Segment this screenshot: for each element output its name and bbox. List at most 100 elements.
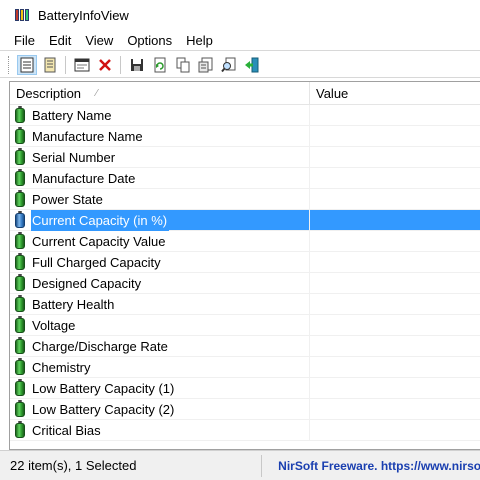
description-cell-filler bbox=[176, 378, 309, 398]
battery-icon bbox=[15, 273, 25, 291]
column-header-value[interactable]: Value bbox=[310, 82, 480, 105]
window-title: BatteryInfoView bbox=[38, 7, 129, 23]
list-row[interactable]: Chemistry bbox=[10, 357, 480, 378]
value-cell bbox=[310, 210, 480, 231]
list-row[interactable]: Low Battery Capacity (1) bbox=[10, 378, 480, 399]
value-cell bbox=[310, 126, 480, 147]
list-row[interactable]: Battery Health bbox=[10, 294, 480, 315]
list-row[interactable]: Voltage bbox=[10, 315, 480, 336]
value-cell bbox=[310, 378, 480, 399]
description-cell: Critical Bias bbox=[10, 420, 310, 441]
battery-icon bbox=[15, 315, 25, 333]
description-cell: Low Battery Capacity (1) bbox=[10, 378, 310, 399]
list-row[interactable]: Current Capacity (in %) bbox=[10, 209, 480, 231]
column-value-label: Value bbox=[316, 86, 349, 101]
row-label: Designed Capacity bbox=[32, 275, 142, 291]
battery-icon bbox=[15, 168, 25, 186]
item-count-status: 22 item(s), 1 Selected bbox=[0, 454, 263, 477]
menu-help[interactable]: Help bbox=[179, 30, 220, 51]
list-row[interactable]: Serial Number bbox=[10, 147, 480, 168]
refresh-icon bbox=[154, 57, 165, 72]
row-label: Current Capacity Value bbox=[32, 233, 166, 249]
battery-icon bbox=[15, 357, 25, 375]
list-row[interactable]: Battery Name bbox=[10, 105, 480, 126]
title-bar: BatteryInfoView bbox=[0, 0, 480, 30]
exit-door-icon bbox=[244, 57, 258, 72]
toolbar bbox=[0, 52, 480, 78]
description-cell-filler bbox=[176, 399, 309, 419]
row-label: Critical Bias bbox=[32, 422, 101, 438]
value-cell bbox=[310, 273, 480, 294]
row-label: Manufacture Date bbox=[32, 170, 136, 186]
find-button[interactable] bbox=[219, 55, 239, 75]
list-row[interactable]: Critical Bias bbox=[10, 420, 480, 441]
row-label: Manufacture Name bbox=[32, 128, 143, 144]
save-button[interactable] bbox=[127, 55, 147, 75]
description-cell-filler bbox=[167, 231, 309, 251]
description-cell-filler bbox=[116, 294, 309, 314]
list-row[interactable]: Designed Capacity bbox=[10, 273, 480, 294]
battery-app-icon bbox=[15, 8, 31, 22]
description-cell-filler bbox=[103, 420, 309, 440]
row-label: Serial Number bbox=[32, 149, 116, 165]
column-header-description[interactable]: Description ⁄ bbox=[10, 82, 310, 105]
description-cell-filler bbox=[113, 105, 309, 125]
value-cell bbox=[310, 357, 480, 378]
list-row[interactable]: Current Capacity Value bbox=[10, 231, 480, 252]
copy-button[interactable] bbox=[173, 55, 193, 75]
battery-icon bbox=[15, 336, 25, 354]
list-row[interactable]: Manufacture Date bbox=[10, 168, 480, 189]
description-cell-filler bbox=[77, 315, 309, 335]
description-cell-filler bbox=[169, 210, 309, 230]
copy-icon bbox=[176, 57, 189, 72]
menu-file[interactable]: File bbox=[0, 30, 42, 51]
list-row[interactable]: Low Battery Capacity (2) bbox=[10, 399, 480, 420]
description-cell-filler bbox=[143, 273, 309, 293]
battery-info-mode-button[interactable] bbox=[16, 54, 37, 75]
battery-icon bbox=[15, 399, 25, 417]
exit-button[interactable] bbox=[242, 55, 262, 75]
sort-indicator-icon: ⁄ bbox=[96, 88, 98, 99]
nirsoft-link[interactable]: NirSoft Freeware. https://www.nirsoft.ne… bbox=[262, 459, 480, 473]
value-cell bbox=[310, 252, 480, 273]
properties-window-button[interactable] bbox=[72, 55, 92, 75]
battery-icon bbox=[15, 231, 25, 249]
description-cell-filler bbox=[137, 168, 309, 188]
battery-icon bbox=[15, 294, 25, 312]
value-cell bbox=[310, 399, 480, 420]
list-row[interactable]: Full Charged Capacity bbox=[10, 252, 480, 273]
list-header: Description ⁄ Value bbox=[10, 82, 480, 105]
battery-icon bbox=[15, 420, 25, 438]
battery-icon bbox=[15, 147, 25, 165]
list-view-icon bbox=[20, 57, 33, 72]
description-cell: Manufacture Name bbox=[10, 126, 310, 147]
description-cell: Full Charged Capacity bbox=[10, 252, 310, 273]
status-bar: 22 item(s), 1 Selected NirSoft Freeware.… bbox=[0, 450, 480, 480]
menu-edit[interactable]: Edit bbox=[42, 30, 78, 51]
value-cell bbox=[310, 168, 480, 189]
list-row[interactable]: Power State bbox=[10, 189, 480, 210]
battery-info-list[interactable]: Description ⁄ Value Battery Name Manufact… bbox=[9, 81, 480, 450]
log-list-icon bbox=[44, 57, 55, 72]
battery-log-mode-button[interactable] bbox=[40, 55, 60, 75]
value-cell bbox=[310, 315, 480, 336]
row-label: Power State bbox=[32, 191, 103, 207]
battery-icon bbox=[15, 378, 25, 396]
refresh-button[interactable] bbox=[150, 55, 170, 75]
menu-view[interactable]: View bbox=[78, 30, 120, 51]
description-cell: Voltage bbox=[10, 315, 310, 336]
html-report-button[interactable] bbox=[196, 55, 216, 75]
value-cell bbox=[310, 105, 480, 126]
description-cell-filler bbox=[117, 147, 309, 167]
list-row[interactable]: Manufacture Name bbox=[10, 126, 480, 147]
description-cell: Battery Name bbox=[10, 105, 310, 126]
list-row[interactable]: Charge/Discharge Rate bbox=[10, 336, 480, 357]
description-cell-filler bbox=[170, 336, 309, 356]
row-label: Charge/Discharge Rate bbox=[32, 338, 168, 354]
description-cell: Chemistry bbox=[10, 357, 310, 378]
description-cell: Power State bbox=[10, 189, 310, 210]
value-cell bbox=[310, 147, 480, 168]
clear-log-button[interactable] bbox=[95, 55, 115, 75]
window-icon bbox=[74, 58, 89, 71]
menu-options[interactable]: Options bbox=[120, 30, 179, 51]
